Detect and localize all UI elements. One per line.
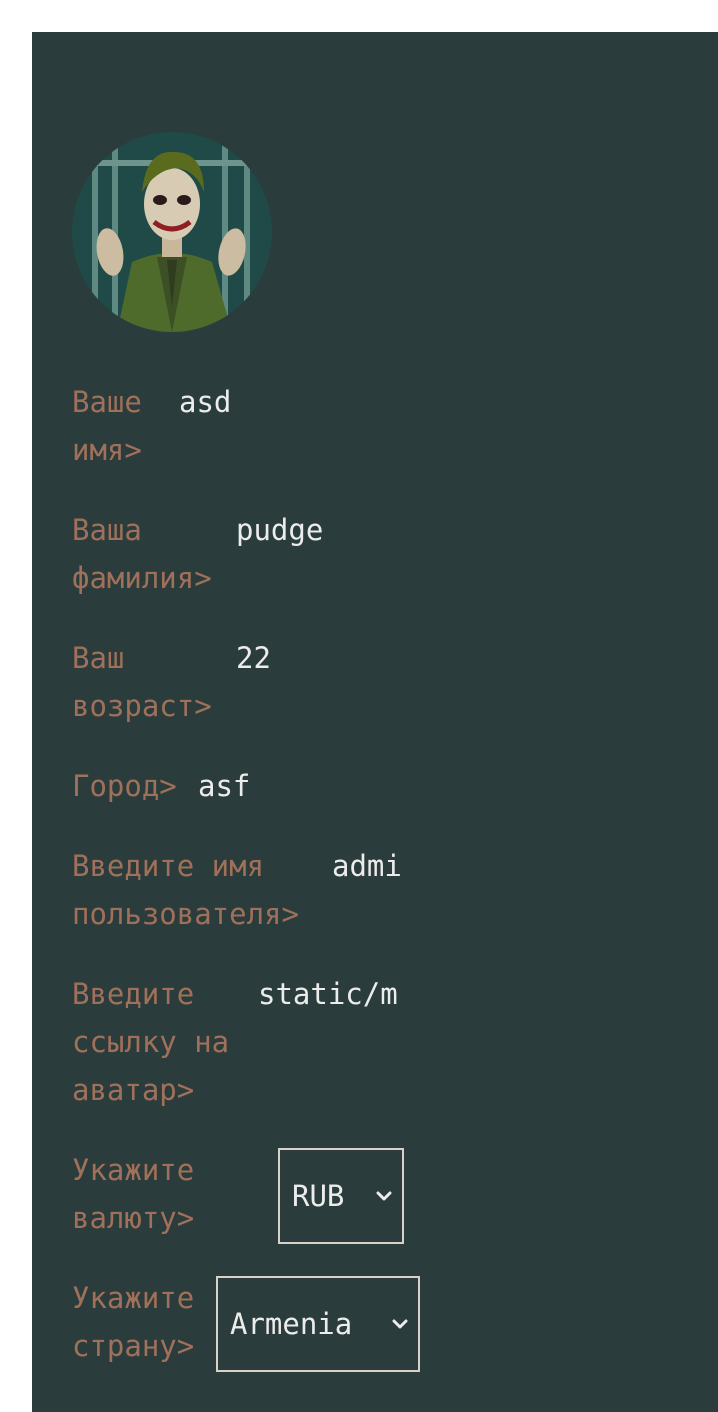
currency-selected-value: RUB xyxy=(292,1179,345,1213)
avatar-link-field[interactable]: static/m xyxy=(258,970,406,1018)
currency-select[interactable]: RUB xyxy=(278,1148,404,1244)
city-label: Город> xyxy=(72,769,177,803)
age-field[interactable]: 22 xyxy=(236,634,271,682)
chevron-down-icon xyxy=(376,1191,392,1201)
first-name-label: Ваше имя> xyxy=(72,385,142,467)
last-name-label: Ваша фамилия> xyxy=(72,513,212,595)
age-label: Ваш возраст> xyxy=(72,641,212,723)
username-label: Введите имя пользователя> xyxy=(72,849,299,931)
chevron-down-icon xyxy=(392,1319,408,1329)
username-field[interactable]: admi xyxy=(332,842,406,890)
avatar[interactable] xyxy=(72,132,272,332)
currency-label: Укажите валюту> xyxy=(72,1153,195,1235)
first-name-field[interactable]: asd xyxy=(179,378,231,426)
country-selected-value: Armenia xyxy=(230,1307,353,1341)
city-field[interactable]: asf xyxy=(198,762,250,810)
country-select[interactable]: Armenia xyxy=(216,1276,420,1372)
country-label: Укажите страну> xyxy=(72,1281,195,1363)
avatar-link-label: Введите ссылку на аватар> xyxy=(72,977,230,1107)
last-name-field[interactable]: pudge xyxy=(236,506,323,554)
profile-panel: Ваше имя> asd Ваша фамилия> pudge Ваш во… xyxy=(32,32,718,1412)
